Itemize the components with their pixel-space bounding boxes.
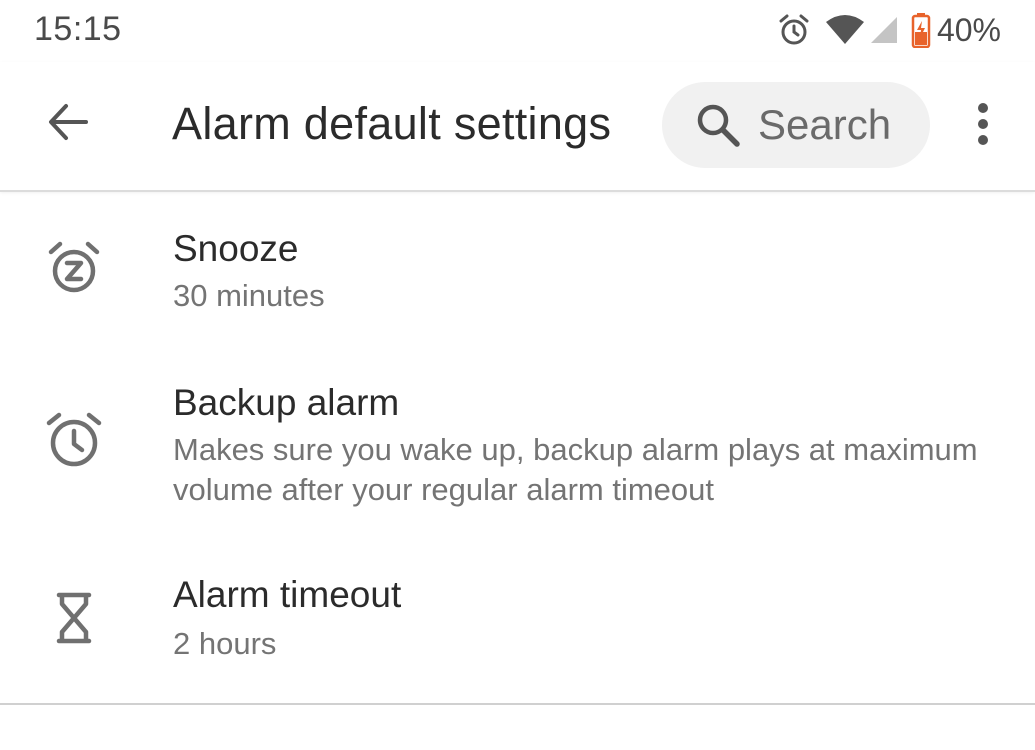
setting-backup-alarm[interactable]: Backup alarm Makes sure you wake up, bac… bbox=[0, 352, 1035, 542]
wifi-icon bbox=[825, 14, 865, 46]
alarm-icon bbox=[777, 13, 811, 47]
list-divider bbox=[0, 703, 1035, 705]
more-options-button[interactable] bbox=[958, 96, 1008, 156]
setting-alarm-timeout[interactable]: Alarm timeout 2 hours bbox=[0, 552, 1035, 702]
setting-summary: Makes sure you wake up, backup alarm pla… bbox=[173, 432, 978, 507]
setting-title: Alarm timeout bbox=[173, 574, 402, 615]
hourglass-icon bbox=[42, 586, 106, 650]
back-button[interactable] bbox=[30, 86, 106, 162]
setting-summary: 30 minutes bbox=[173, 278, 325, 313]
status-bar: 15:15 40% bbox=[0, 0, 1035, 62]
search-button[interactable]: Search bbox=[662, 82, 930, 168]
battery-charging-icon bbox=[911, 12, 931, 48]
status-time: 15:15 bbox=[34, 10, 122, 48]
more-vertical-icon bbox=[976, 102, 990, 151]
arrow-back-icon bbox=[46, 100, 90, 149]
status-icons: 40% bbox=[777, 8, 1001, 52]
snooze-icon bbox=[42, 236, 106, 300]
setting-summary: 2 hours bbox=[173, 626, 277, 661]
setting-title: Snooze bbox=[173, 228, 299, 269]
setting-title: Backup alarm bbox=[173, 382, 400, 423]
app-bar: Alarm default settings Search bbox=[0, 62, 1035, 192]
alarm-clock-icon bbox=[42, 408, 106, 472]
setting-snooze[interactable]: Snooze 30 minutes bbox=[0, 192, 1035, 342]
search-label: Search bbox=[758, 101, 892, 148]
battery-percent: 40% bbox=[936, 11, 1001, 48]
search-icon bbox=[694, 101, 742, 149]
page-title: Alarm default settings bbox=[172, 98, 612, 149]
cell-signal-icon bbox=[869, 15, 899, 45]
screen: 15:15 40% Alarm default settings Search … bbox=[0, 0, 1035, 750]
